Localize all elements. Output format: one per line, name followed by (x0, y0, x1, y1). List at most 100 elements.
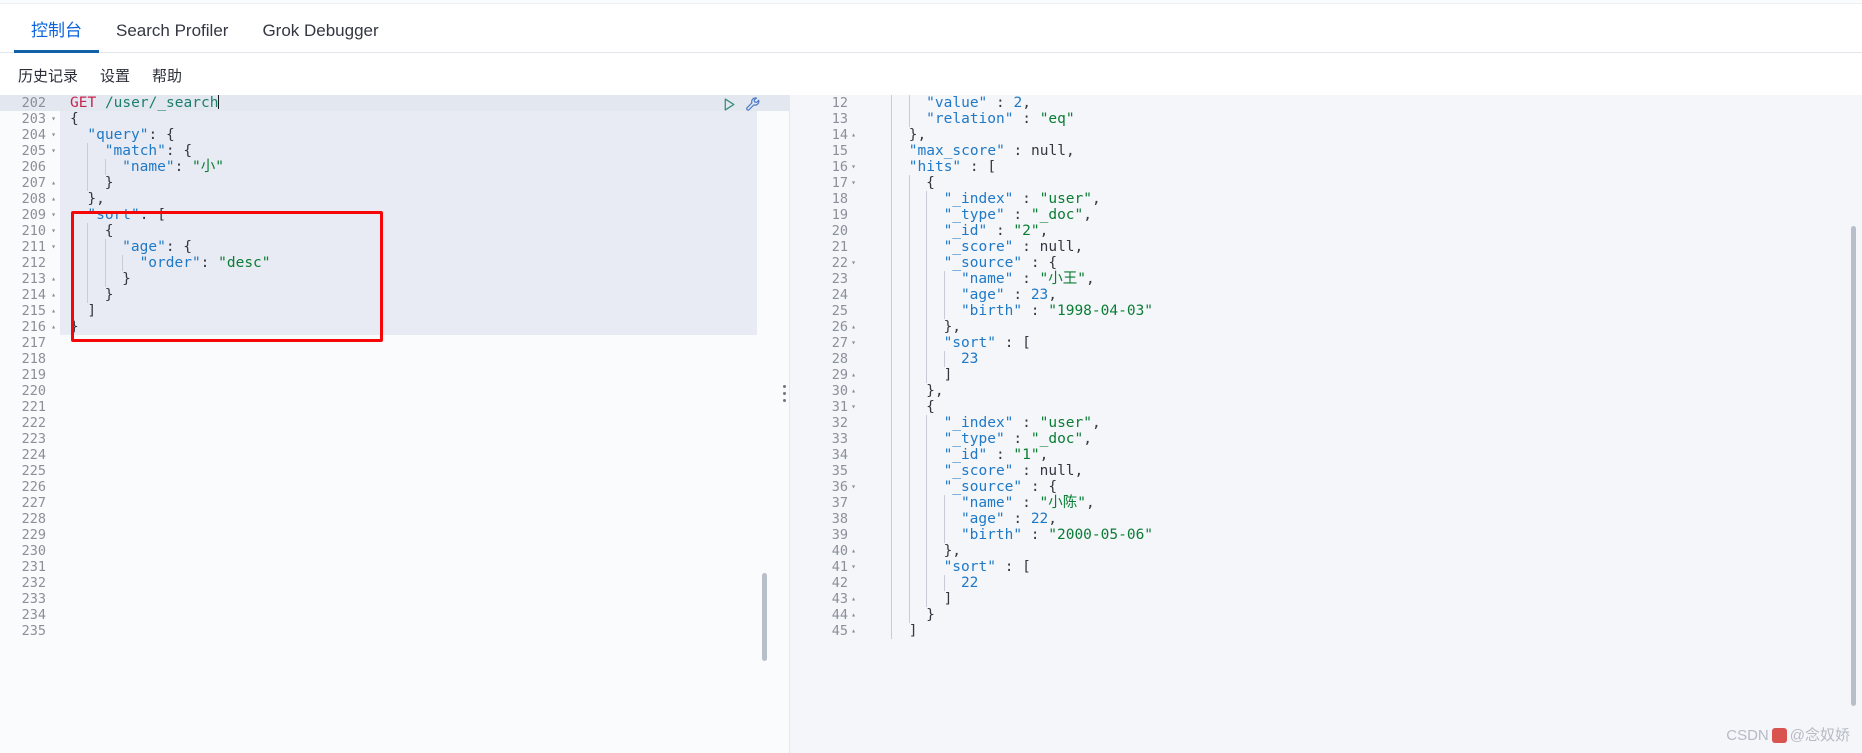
wrench-icon[interactable] (745, 96, 762, 113)
fold-collapse-icon[interactable]: ▾ (849, 335, 858, 351)
code-line[interactable]: 43 ▴] (790, 591, 1862, 607)
code-line[interactable]: 25 "birth" : "1998-04-03" (790, 303, 1862, 319)
play-icon[interactable] (722, 97, 737, 112)
code-line[interactable]: 210 ▾{ (0, 223, 789, 239)
fold-expand-icon[interactable]: ▴ (849, 319, 858, 335)
code-line[interactable]: 19 "_type" : "_doc", (790, 207, 1862, 223)
code-line[interactable]: 222 (0, 415, 789, 431)
code-line[interactable]: 17 ▾{ (790, 175, 1862, 191)
fold-expand-icon[interactable]: ▴ (849, 127, 858, 143)
code-line[interactable]: 44 ▴} (790, 607, 1862, 623)
code-line[interactable]: 220 (0, 383, 789, 399)
code-line[interactable]: 218 (0, 351, 789, 367)
code-line[interactable]: 232 (0, 575, 789, 591)
fold-expand-icon[interactable]: ▴ (849, 591, 858, 607)
code-line[interactable]: 23 "name" : "小王", (790, 271, 1862, 287)
fold-expand-icon[interactable]: ▴ (49, 271, 58, 287)
code-line[interactable]: 33 "_type" : "_doc", (790, 431, 1862, 447)
code-line[interactable]: 39 "birth" : "2000-05-06" (790, 527, 1862, 543)
submenu-item-help[interactable]: 帮助 (152, 65, 182, 86)
fold-expand-icon[interactable]: ▴ (849, 543, 858, 559)
fold-collapse-icon[interactable]: ▾ (49, 223, 58, 239)
code-line[interactable]: 29 ▴] (790, 367, 1862, 383)
code-line[interactable]: 206 "name": "小" (0, 159, 789, 175)
code-line[interactable]: 208 ▴}, (0, 191, 789, 207)
code-line[interactable]: 204 ▾ "query": { (0, 127, 789, 143)
fold-expand-icon[interactable]: ▴ (849, 383, 858, 399)
fold-collapse-icon[interactable]: ▾ (49, 111, 58, 127)
code-line[interactable]: 14 ▴}, (790, 127, 1862, 143)
code-line[interactable]: 226 (0, 479, 789, 495)
fold-collapse-icon[interactable]: ▾ (849, 175, 858, 191)
code-line[interactable]: 205 ▾ "match": { (0, 143, 789, 159)
code-line[interactable]: 227 (0, 495, 789, 511)
code-line[interactable]: 38 "age" : 22, (790, 511, 1862, 527)
code-line[interactable]: 12 "value" : 2, (790, 95, 1862, 111)
code-line[interactable]: 35 "_score" : null, (790, 463, 1862, 479)
code-line[interactable]: 229 (0, 527, 789, 543)
response-pane[interactable]: 12 "value" : 2, 13 "relation" : "eq" 14 ▴}, 15… (790, 95, 1862, 753)
code-line[interactable]: 24 "age" : 23, (790, 287, 1862, 303)
code-line[interactable]: 45 ▴] (790, 623, 1862, 639)
code-line[interactable]: 221 (0, 399, 789, 415)
code-line[interactable]: 213 ▴} (0, 271, 789, 287)
code-line[interactable]: 233 (0, 591, 789, 607)
submenu-item-settings[interactable]: 设置 (100, 65, 130, 86)
code-line[interactable]: 209 ▾ "sort": [ (0, 207, 789, 223)
code-line[interactable]: 203 ▾ { (0, 111, 789, 127)
code-line[interactable]: 42 22 (790, 575, 1862, 591)
pane-splitter[interactable] (779, 95, 791, 753)
code-line[interactable]: 223 (0, 431, 789, 447)
code-line[interactable]: 41 ▾ "sort" : [ (790, 559, 1862, 575)
code-line[interactable]: 40 ▴}, (790, 543, 1862, 559)
code-line[interactable]: 27 ▾ "sort" : [ (790, 335, 1862, 351)
fold-expand-icon[interactable]: ▴ (49, 175, 58, 191)
code-line[interactable]: 30 ▴}, (790, 383, 1862, 399)
code-line[interactable]: 13 "relation" : "eq" (790, 111, 1862, 127)
code-line[interactable]: 234 (0, 607, 789, 623)
code-line[interactable]: 36 ▾ "_source" : { (790, 479, 1862, 495)
code-line[interactable]: 228 (0, 511, 789, 527)
code-line[interactable]: 217 (0, 335, 789, 351)
code-line[interactable]: 20 "_id" : "2", (790, 223, 1862, 239)
fold-collapse-icon[interactable]: ▾ (49, 239, 58, 255)
fold-collapse-icon[interactable]: ▾ (849, 559, 858, 575)
code-line[interactable]: 26 ▴}, (790, 319, 1862, 335)
tab-grok-debugger[interactable]: Grok Debugger (245, 22, 395, 52)
fold-collapse-icon[interactable]: ▾ (849, 399, 858, 415)
code-line[interactable]: 21 "_score" : null, (790, 239, 1862, 255)
code-line[interactable]: 34 "_id" : "1", (790, 447, 1862, 463)
request-pane[interactable]: 202 GET /user/_search 203 ▾{204 ▾ "query": {2… (0, 95, 790, 753)
code-line[interactable]: 15 "max_score" : null, (790, 143, 1862, 159)
request-editor[interactable]: 202 GET /user/_search 203 ▾{204 ▾ "query": {2… (0, 95, 789, 753)
fold-expand-icon[interactable]: ▴ (849, 623, 858, 639)
code-line[interactable]: 211 ▾ "age": { (0, 239, 789, 255)
code-line[interactable]: 216 ▴} (0, 319, 789, 335)
code-line[interactable]: 225 (0, 463, 789, 479)
tab-search-profiler[interactable]: Search Profiler (99, 22, 245, 52)
fold-collapse-icon[interactable]: ▾ (49, 127, 58, 143)
fold-collapse-icon[interactable]: ▾ (849, 159, 858, 175)
request-vertical-scrollbar[interactable] (762, 573, 767, 661)
submenu-item-history[interactable]: 历史记录 (18, 65, 78, 86)
code-line[interactable]: 18 "_index" : "user", (790, 191, 1862, 207)
code-line[interactable]: 224 (0, 447, 789, 463)
code-line[interactable]: 230 (0, 543, 789, 559)
code-line[interactable]: 235 (0, 623, 789, 639)
fold-expand-icon[interactable]: ▴ (849, 367, 858, 383)
code-line[interactable]: 202 GET /user/_search (0, 95, 789, 111)
code-line[interactable]: 231 (0, 559, 789, 575)
code-line[interactable]: 214 ▴} (0, 287, 789, 303)
code-line[interactable]: 37 "name" : "小陈", (790, 495, 1862, 511)
fold-expand-icon[interactable]: ▴ (49, 303, 58, 319)
fold-expand-icon[interactable]: ▴ (49, 319, 58, 335)
code-line[interactable]: 22 ▾ "_source" : { (790, 255, 1862, 271)
code-line[interactable]: 212 "order": "desc" (0, 255, 789, 271)
tab-console[interactable]: 控制台 (14, 22, 99, 53)
fold-collapse-icon[interactable]: ▾ (849, 479, 858, 495)
code-line[interactable]: 28 23 (790, 351, 1862, 367)
code-line[interactable]: 215 ▴] (0, 303, 789, 319)
code-line[interactable]: 219 (0, 367, 789, 383)
code-line[interactable]: 207 ▴} (0, 175, 789, 191)
fold-collapse-icon[interactable]: ▾ (49, 143, 58, 159)
